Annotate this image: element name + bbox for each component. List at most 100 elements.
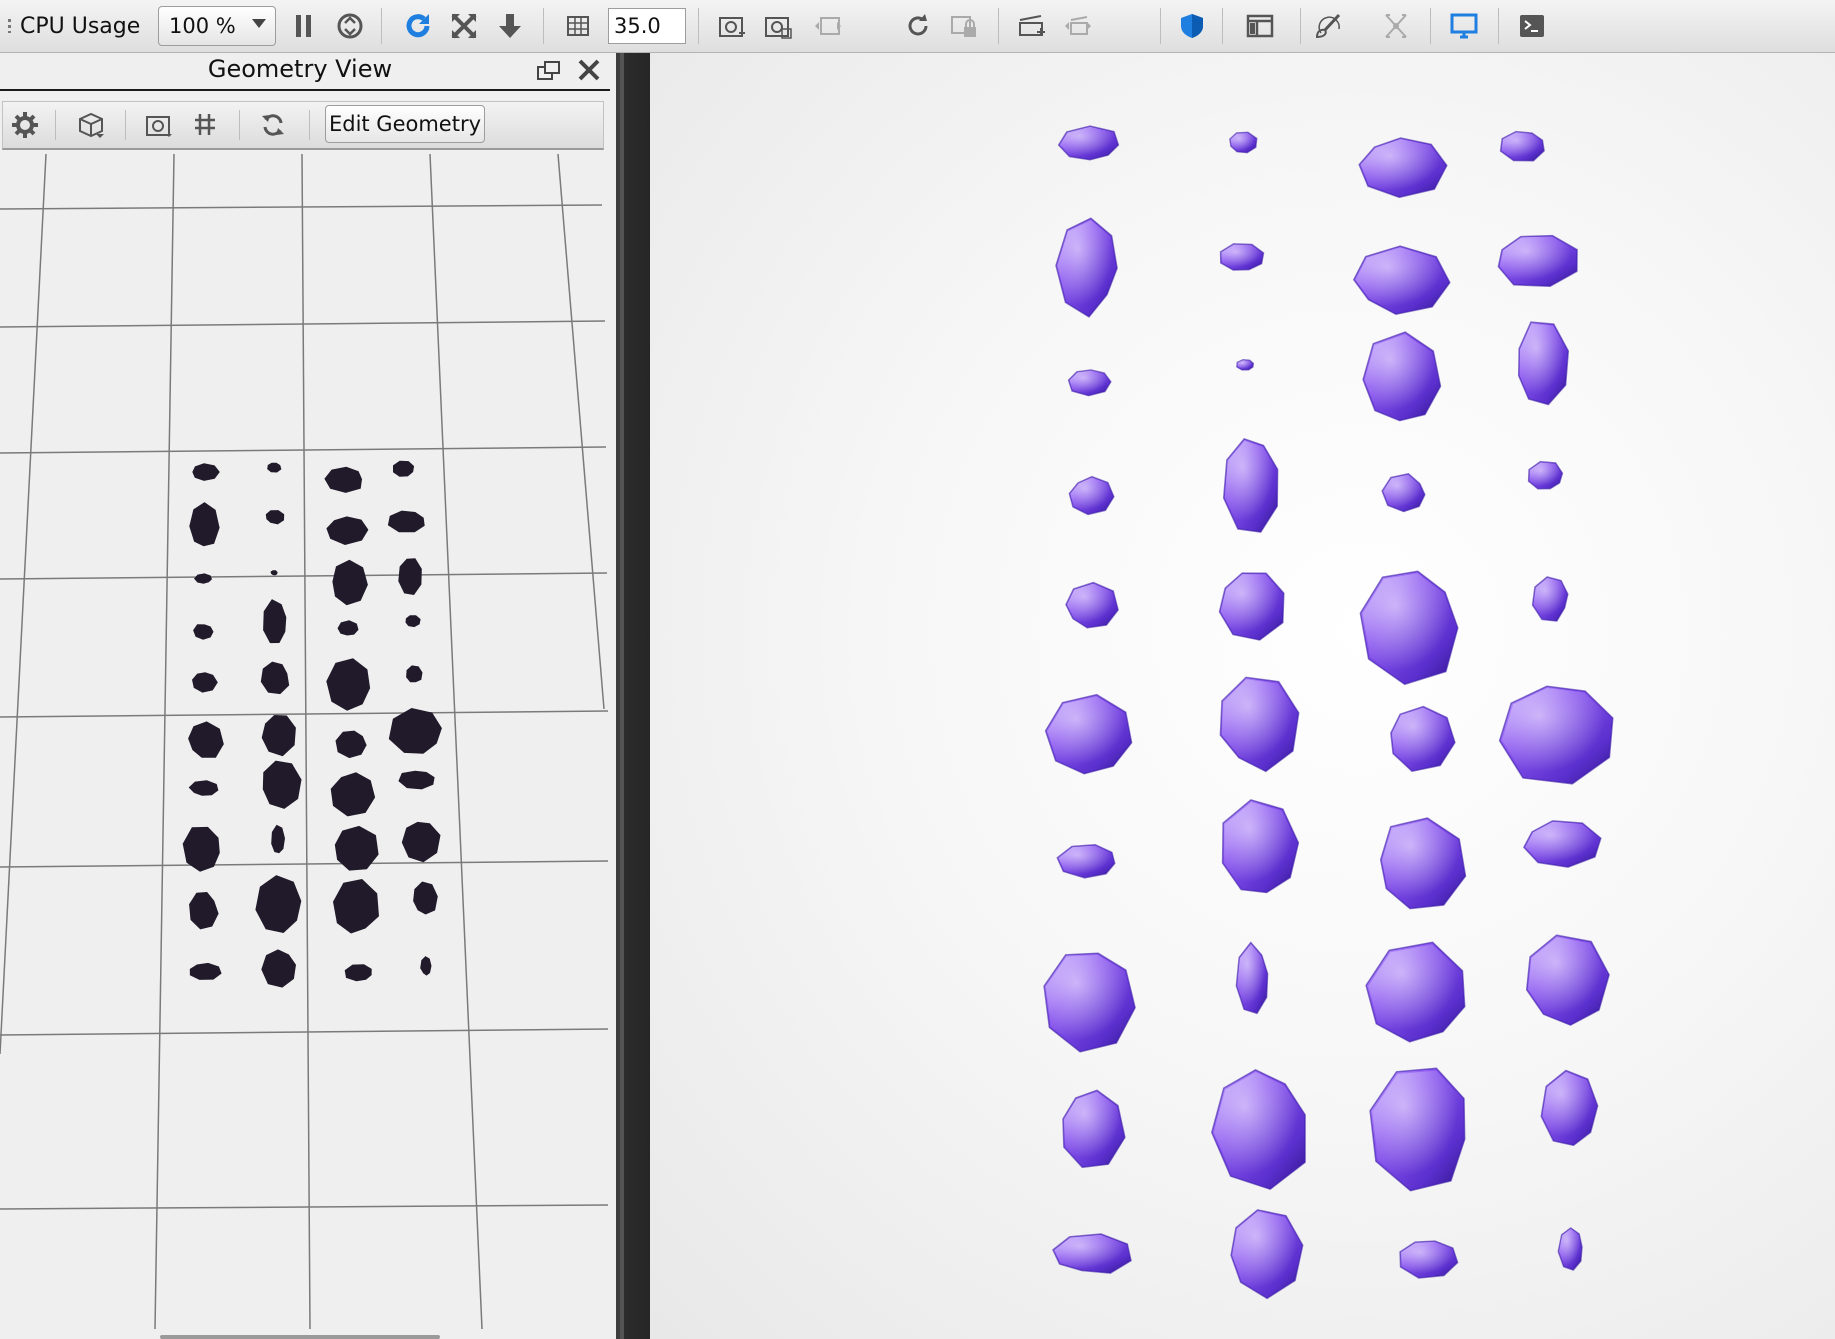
- amethyst-stone: [1055, 217, 1118, 318]
- stone-silhouette: [192, 463, 220, 481]
- terminal-icon[interactable]: [1512, 6, 1552, 46]
- cube-view-icon[interactable]: [73, 108, 109, 142]
- stone-silhouette: [261, 715, 296, 757]
- amethyst-stone: [1497, 234, 1578, 288]
- denoise-icon[interactable]: [330, 6, 370, 46]
- horizontal-scrollbar[interactable]: [160, 1335, 440, 1339]
- panel-splitter[interactable]: [616, 53, 650, 1339]
- refresh-screenshot-icon[interactable]: [898, 6, 938, 46]
- stone-silhouette: [270, 570, 278, 576]
- amethyst-stone: [1057, 125, 1120, 161]
- geometry-toolbar: Edit Geometry: [2, 101, 604, 150]
- stone-silhouette: [192, 672, 218, 693]
- stone-silhouette: [324, 466, 362, 493]
- amethyst-stone: [1218, 572, 1285, 641]
- pause-icon[interactable]: [284, 6, 324, 46]
- stone-silhouette: [388, 708, 442, 754]
- amethyst-stone: [1219, 243, 1265, 271]
- stone-silhouette: [267, 462, 282, 473]
- amethyst-stone: [1044, 693, 1133, 775]
- amethyst-stone: [1557, 1227, 1583, 1271]
- geometry-view-title: Geometry View: [207, 55, 393, 83]
- stone-silhouette: [393, 460, 415, 477]
- amethyst-stone: [1399, 1240, 1459, 1279]
- stone-silhouette: [188, 780, 219, 796]
- stone-silhouette: [413, 881, 438, 915]
- main-toolbar: CPU Usage 100 % 35.0: [0, 0, 1835, 53]
- mesh-icon[interactable]: [1376, 6, 1416, 46]
- amethyst-stone: [1236, 359, 1255, 371]
- render-viewport[interactable]: [650, 53, 1835, 1339]
- fit-view-icon[interactable]: [444, 6, 484, 46]
- amethyst-stone: [1365, 941, 1466, 1043]
- geometry-viewport[interactable]: [0, 149, 612, 1339]
- amethyst-stone: [1068, 475, 1115, 516]
- amethyst-stone: [1043, 952, 1136, 1053]
- zoom-dropdown[interactable]: 100 %: [158, 6, 276, 46]
- amethyst-stone: [1540, 1069, 1599, 1147]
- stone-silhouette: [265, 510, 285, 525]
- stone-silhouette: [194, 573, 212, 584]
- stone-silhouette: [189, 962, 222, 980]
- amethyst-stone: [1522, 820, 1602, 868]
- amethyst-stone: [1067, 369, 1112, 397]
- paint-icon[interactable]: [1308, 6, 1348, 46]
- fov-input[interactable]: 35.0: [608, 8, 686, 44]
- stone-silhouette: [326, 658, 371, 711]
- close-icon[interactable]: [576, 57, 602, 83]
- refresh-icon[interactable]: [255, 108, 291, 142]
- monitor-icon[interactable]: [1444, 6, 1484, 46]
- grid-icon[interactable]: [187, 108, 223, 142]
- amethyst-stone: [1379, 817, 1467, 910]
- previous-camera-icon[interactable]: [1058, 6, 1098, 46]
- geometry-view-title-bar[interactable]: Geometry View: [0, 53, 610, 91]
- panels-icon[interactable]: [1240, 6, 1280, 46]
- drop-to-ground-icon[interactable]: [490, 6, 530, 46]
- screenshot-region-icon[interactable]: [758, 6, 798, 46]
- amethyst-stone: [1499, 130, 1545, 162]
- add-camera-icon[interactable]: [1012, 6, 1052, 46]
- amethyst-stone: [1056, 844, 1116, 879]
- stone-silhouette: [344, 964, 372, 982]
- region-render-icon[interactable]: [1172, 6, 1212, 46]
- amethyst-stones: [1043, 125, 1614, 1300]
- stone-silhouette: [260, 661, 290, 695]
- stone-silhouette: [333, 879, 379, 934]
- amethyst-stone: [1230, 1209, 1304, 1300]
- amethyst-stone: [1362, 331, 1442, 422]
- amethyst-stone: [1390, 705, 1456, 773]
- amethyst-stone: [1222, 438, 1279, 533]
- amethyst-stone: [1352, 245, 1451, 315]
- amethyst-stone: [1527, 460, 1564, 490]
- settings-icon[interactable]: [7, 108, 43, 142]
- screenshot-icon[interactable]: [141, 108, 177, 142]
- stone-silhouette: [189, 502, 220, 547]
- stone-silhouette: [335, 730, 367, 759]
- stone-silhouette: [406, 665, 423, 683]
- amethyst-stone: [1219, 676, 1300, 773]
- screenshot-icon[interactable]: [712, 6, 752, 46]
- amethyst-stone: [1381, 472, 1426, 513]
- amethyst-stone: [1359, 570, 1459, 686]
- amethyst-stone: [1358, 137, 1448, 199]
- amethyst-stone: [1052, 1233, 1132, 1274]
- amethyst-stone: [1525, 934, 1610, 1026]
- amethyst-stone: [1498, 685, 1614, 785]
- stone-silhouette: [401, 821, 441, 863]
- restart-render-icon[interactable]: [398, 6, 438, 46]
- lock-screenshot-icon[interactable]: [944, 6, 984, 46]
- field-of-view-icon[interactable]: [558, 6, 598, 46]
- cpu-usage-label: CPU Usage: [2, 6, 140, 46]
- previous-screenshot-icon[interactable]: [808, 6, 848, 46]
- stone-silhouette: [255, 875, 302, 933]
- amethyst-stone: [1211, 1069, 1306, 1191]
- amethyst-stone: [1517, 321, 1570, 406]
- stone-silhouette: [420, 956, 432, 976]
- edit-geometry-button[interactable]: Edit Geometry: [325, 105, 485, 143]
- stone-silhouette: [261, 949, 296, 988]
- amethyst-stone: [1221, 799, 1300, 894]
- float-window-icon[interactable]: [536, 59, 562, 83]
- stone-silhouette: [405, 615, 421, 628]
- stone-silhouette: [189, 892, 219, 930]
- amethyst-stone: [1062, 1089, 1126, 1169]
